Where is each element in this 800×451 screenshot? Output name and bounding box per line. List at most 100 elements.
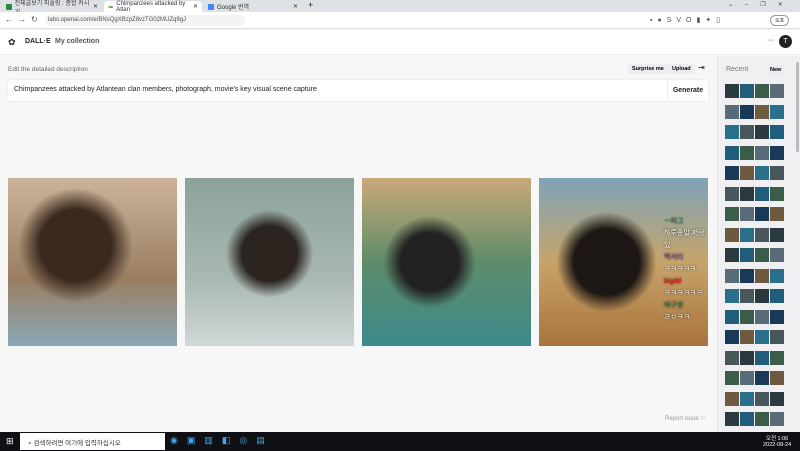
recent-thumbnail[interactable]: [725, 268, 739, 283]
recent-thumbnail[interactable]: [725, 166, 739, 180]
recent-thumbnail[interactable]: [740, 412, 754, 426]
recent-thumbnail[interactable]: [770, 84, 784, 98]
recent-thumbnail[interactable]: [725, 104, 739, 119]
recent-thumbnail[interactable]: [725, 289, 739, 303]
generated-image-2[interactable]: [185, 178, 354, 346]
extension-icons[interactable]: ▪●SVO▮✦▯: [650, 16, 725, 24]
recent-thumbnail[interactable]: [740, 309, 754, 324]
recent-thumbnail[interactable]: [725, 330, 739, 344]
recent-thumbnail[interactable]: [740, 371, 754, 385]
recent-thumbnail[interactable]: [740, 207, 754, 221]
recent-thumbnail[interactable]: [740, 104, 754, 119]
recent-thumbnail[interactable]: [755, 268, 769, 283]
recent-thumbnail[interactable]: [755, 104, 769, 119]
recent-thumbnail[interactable]: [725, 350, 739, 365]
recent-thumbnail[interactable]: [770, 371, 784, 385]
avatar[interactable]: T: [779, 35, 792, 48]
generated-image-4[interactable]: ㅡ피그 하루종일 저랑있 백서리 ㅋㅋㅋㅋㅋ bigdd ㅋㅋㅋㅋㅋㅋ 메구쌍 ㄹㅇㅋㅋ: [539, 178, 708, 346]
recent-thumbnail[interactable]: [740, 84, 754, 98]
recent-thumbnail[interactable]: [755, 248, 769, 262]
recent-thumbnail[interactable]: [770, 125, 784, 139]
taskbar-apps[interactable]: ◉▣▥◧◎▤: [170, 435, 274, 446]
recent-thumbnail[interactable]: [770, 104, 784, 119]
close-tab-icon[interactable]: ✕: [93, 3, 98, 10]
taskbar-search[interactable]: ⌕ 검색하려면 여기에 입력하십시오: [20, 433, 165, 450]
recent-thumbnail[interactable]: [770, 186, 784, 201]
tab-dalle[interactable]: Chimpanzees attacked by Atlan ✕: [104, 1, 202, 13]
more-menu-icon[interactable]: ···: [767, 37, 774, 44]
recent-thumbnail[interactable]: [740, 330, 754, 344]
recent-thumbnail[interactable]: [740, 289, 754, 303]
generated-image-1[interactable]: [8, 178, 177, 346]
recent-thumbnail[interactable]: [770, 166, 784, 180]
recent-thumbnail[interactable]: [740, 248, 754, 262]
recent-thumbnail[interactable]: [770, 350, 784, 365]
recent-thumbnail[interactable]: [770, 227, 784, 242]
clock[interactable]: 오전 1:06 2022-08-24: [763, 434, 791, 448]
recent-thumbnail[interactable]: [755, 289, 769, 303]
recent-thumbnail[interactable]: [755, 166, 769, 180]
recent-thumbnail[interactable]: [770, 412, 784, 426]
recent-thumbnail[interactable]: [755, 145, 769, 160]
recent-thumbnail[interactable]: [755, 350, 769, 365]
recent-thumbnail[interactable]: [755, 309, 769, 324]
recent-thumbnail[interactable]: [725, 248, 739, 262]
windows-start-icon[interactable]: ⊞: [6, 436, 14, 447]
upload-button[interactable]: Upload: [668, 64, 695, 74]
recent-thumbnail[interactable]: [770, 268, 784, 283]
recent-thumbnail[interactable]: [755, 391, 769, 406]
recent-thumbnail[interactable]: [770, 145, 784, 160]
tab-cafe[interactable]: 전체글보기 피플링 : 종합 커시기✕: [2, 1, 102, 16]
recent-thumbnail[interactable]: [725, 125, 739, 139]
close-tab-icon[interactable]: ✕: [193, 3, 198, 10]
recent-thumbnail[interactable]: [740, 125, 754, 139]
recent-thumbnail[interactable]: [725, 371, 739, 385]
generated-image-3[interactable]: [362, 178, 531, 346]
url-field[interactable]: labs.openai.com/e/BNsQgXBzpZ8vzTG02MUZq9…: [48, 17, 186, 23]
recent-thumbnail[interactable]: [755, 125, 769, 139]
recent-thumbnail[interactable]: [770, 248, 784, 262]
dalle-logo[interactable]: DALL·E: [25, 38, 51, 45]
recent-thumbnail[interactable]: [755, 84, 769, 98]
generate-button[interactable]: Generate: [667, 80, 708, 101]
recent-thumbnail[interactable]: [740, 186, 754, 201]
recent-thumbnail[interactable]: [770, 309, 784, 324]
recent-thumbnail[interactable]: [725, 84, 739, 98]
recent-thumbnail[interactable]: [725, 227, 739, 242]
recent-thumbnail[interactable]: [755, 207, 769, 221]
recent-thumbnail[interactable]: [770, 289, 784, 303]
recent-thumbnail[interactable]: [740, 166, 754, 180]
profile-button[interactable]: 오프: [770, 15, 790, 26]
openai-logo-icon[interactable]: ✿: [8, 37, 16, 48]
surprise-me-button[interactable]: Surprise me: [628, 64, 668, 74]
prompt-input[interactable]: Chimpanzees attacked by Atlantean clan m…: [8, 80, 708, 101]
recent-thumbnail[interactable]: [740, 391, 754, 406]
recent-thumbnail[interactable]: [740, 145, 754, 160]
collapse-sidebar-icon[interactable]: ⇥: [698, 63, 705, 72]
recent-thumbnail[interactable]: [755, 371, 769, 385]
close-tab-icon[interactable]: ✕: [293, 3, 298, 10]
recent-thumbnail[interactable]: [725, 391, 739, 406]
recent-thumbnail[interactable]: [755, 186, 769, 201]
recent-thumbnail[interactable]: [725, 145, 739, 160]
my-collection-link[interactable]: My collection: [55, 38, 99, 45]
recent-thumbnail[interactable]: [725, 186, 739, 201]
window-controls[interactable]: ⌄–❐✕: [728, 1, 795, 8]
report-issue-link[interactable]: Report issue ⚐: [665, 415, 706, 422]
new-button[interactable]: New: [766, 65, 786, 75]
recent-thumbnail[interactable]: [740, 350, 754, 365]
recent-thumbnail[interactable]: [770, 391, 784, 406]
tab-translate[interactable]: Google 번역 ✕: [204, 1, 302, 12]
recent-thumbnail[interactable]: [725, 207, 739, 221]
new-tab-button[interactable]: +: [308, 0, 313, 10]
recent-thumbnail[interactable]: [725, 412, 739, 426]
recent-thumbnail[interactable]: [770, 330, 784, 344]
nav-buttons[interactable]: ←→↻: [5, 15, 43, 24]
scrollbar[interactable]: [796, 62, 799, 152]
recent-thumbnail[interactable]: [740, 227, 754, 242]
recent-thumbnail[interactable]: [770, 207, 784, 221]
recent-thumbnail[interactable]: [725, 309, 739, 324]
recent-thumbnail[interactable]: [740, 268, 754, 283]
recent-thumbnail[interactable]: [755, 330, 769, 344]
recent-thumbnail[interactable]: [755, 412, 769, 426]
